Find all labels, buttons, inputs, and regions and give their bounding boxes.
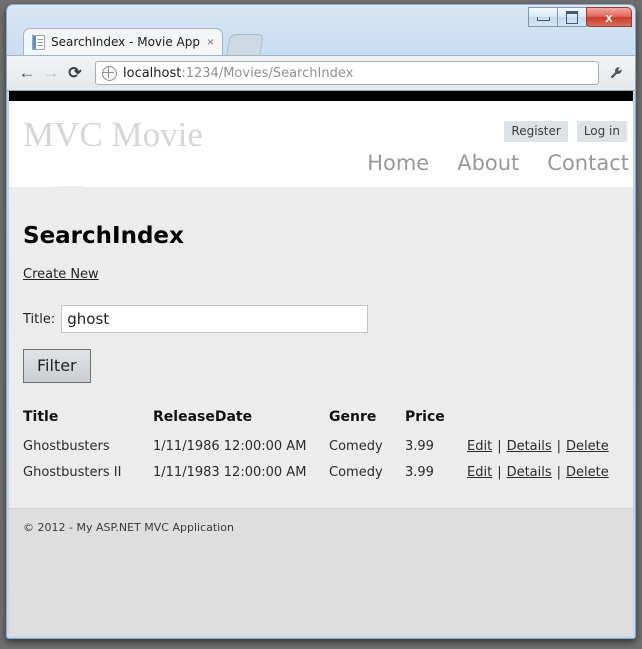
cell-genre: Comedy	[329, 439, 383, 454]
filter-button[interactable]: Filter	[23, 349, 91, 383]
reload-button[interactable]: ⟳	[63, 61, 87, 85]
tab-close-icon[interactable]: ×	[207, 36, 214, 48]
page-body: SearchIndex Create New Title: Filter Tit…	[9, 187, 633, 508]
column-header-price: Price	[405, 409, 445, 425]
nav-item-home[interactable]: Home	[367, 151, 429, 175]
action-separator: |	[556, 439, 562, 454]
wrench-icon	[610, 67, 622, 79]
site-nav: Home About Contact	[367, 151, 629, 175]
cell-title: Ghostbusters	[23, 439, 110, 454]
tab-strip: SearchIndex - Movie App ×	[7, 28, 635, 56]
details-link[interactable]: Details	[507, 439, 552, 454]
url-host: localhost	[123, 65, 182, 81]
page-favicon-icon	[32, 34, 45, 50]
cell-release-date: 1/11/1983 12:00:00 AM	[153, 465, 307, 480]
minimize-icon	[536, 17, 550, 21]
column-header-release-date: ReleaseDate	[153, 409, 253, 425]
url-path: :1234/Movies/SearchIndex	[181, 65, 354, 81]
page-viewport: MVC Movie Register Log in Home About Con…	[9, 91, 633, 636]
page-title: SearchIndex	[23, 223, 184, 249]
browser-toolbar: ← → ⟳ localhost:1234/Movies/SearchIndex	[7, 55, 635, 91]
edit-link[interactable]: Edit	[467, 465, 492, 480]
delete-link[interactable]: Delete	[566, 439, 609, 454]
page-below-fold	[9, 548, 633, 636]
desktop-backdrop: x SearchIndex - Movie App × ← → ⟳ localh…	[0, 0, 642, 649]
site-header: MVC Movie Register Log in Home About Con…	[9, 101, 633, 224]
close-icon: x	[605, 9, 613, 25]
login-link[interactable]: Log in	[576, 121, 627, 142]
auth-links: Register Log in	[504, 121, 627, 142]
column-header-genre: Genre	[329, 409, 377, 425]
nav-item-contact[interactable]: Contact	[547, 151, 629, 175]
table-row: Ghostbusters 1/11/1986 12:00:00 AM Comed…	[23, 434, 619, 460]
maximize-icon	[566, 10, 578, 24]
nav-item-about[interactable]: About	[457, 151, 519, 175]
delete-link[interactable]: Delete	[566, 465, 609, 480]
back-arrow-icon: ←	[18, 63, 36, 82]
minimize-button[interactable]	[528, 7, 558, 27]
back-button[interactable]: ←	[15, 61, 39, 85]
footer-copyright: © 2012 - My ASP.NET MVC Application	[23, 521, 234, 534]
cell-title: Ghostbusters II	[23, 465, 122, 480]
table-row: Ghostbusters II 1/11/1983 12:00:00 AM Co…	[23, 460, 619, 486]
cell-release-date: 1/11/1986 12:00:00 AM	[153, 439, 307, 454]
edit-link[interactable]: Edit	[467, 439, 492, 454]
window-controls: x	[528, 7, 632, 27]
tab-search-index[interactable]: SearchIndex - Movie App ×	[23, 28, 224, 55]
action-separator: |	[556, 465, 562, 480]
cell-price: 3.99	[405, 465, 434, 480]
top-black-bar	[9, 91, 633, 101]
column-header-actions	[467, 409, 619, 434]
maximize-button[interactable]	[557, 7, 587, 27]
tab-title: SearchIndex - Movie App	[51, 35, 200, 49]
globe-icon	[102, 65, 117, 81]
cell-price: 3.99	[405, 439, 434, 454]
forward-arrow-icon: →	[42, 63, 60, 82]
forward-button[interactable]: →	[39, 61, 63, 85]
browser-menu-button[interactable]	[605, 61, 627, 85]
site-brand[interactable]: MVC Movie	[23, 115, 203, 155]
register-link[interactable]: Register	[504, 121, 568, 142]
action-separator: |	[497, 465, 502, 480]
filter-form: Title:	[23, 305, 619, 333]
browser-window: x SearchIndex - Movie App × ← → ⟳ localh…	[6, 4, 636, 639]
details-link[interactable]: Details	[507, 465, 552, 480]
cell-actions: Edit | Details | Delete	[467, 434, 619, 460]
close-button[interactable]: x	[586, 7, 632, 27]
table-header-row: Title ReleaseDate Genre Price	[23, 409, 619, 434]
action-separator: |	[497, 439, 502, 454]
movies-table: Title ReleaseDate Genre Price Ghostbuste…	[23, 409, 619, 486]
reload-icon: ⟳	[68, 65, 82, 82]
address-bar[interactable]: localhost:1234/Movies/SearchIndex	[95, 61, 599, 85]
title-filter-input[interactable]	[61, 305, 369, 333]
column-header-title: Title	[23, 409, 59, 425]
site-footer: © 2012 - My ASP.NET MVC Application	[9, 508, 633, 548]
cell-actions: Edit | Details | Delete	[467, 460, 619, 486]
new-tab-button[interactable]	[226, 34, 264, 56]
title-filter-label: Title:	[23, 311, 56, 327]
create-new-link[interactable]: Create New	[23, 267, 99, 282]
cell-genre: Comedy	[329, 465, 383, 480]
address-bar-text: localhost:1234/Movies/SearchIndex	[123, 66, 353, 81]
